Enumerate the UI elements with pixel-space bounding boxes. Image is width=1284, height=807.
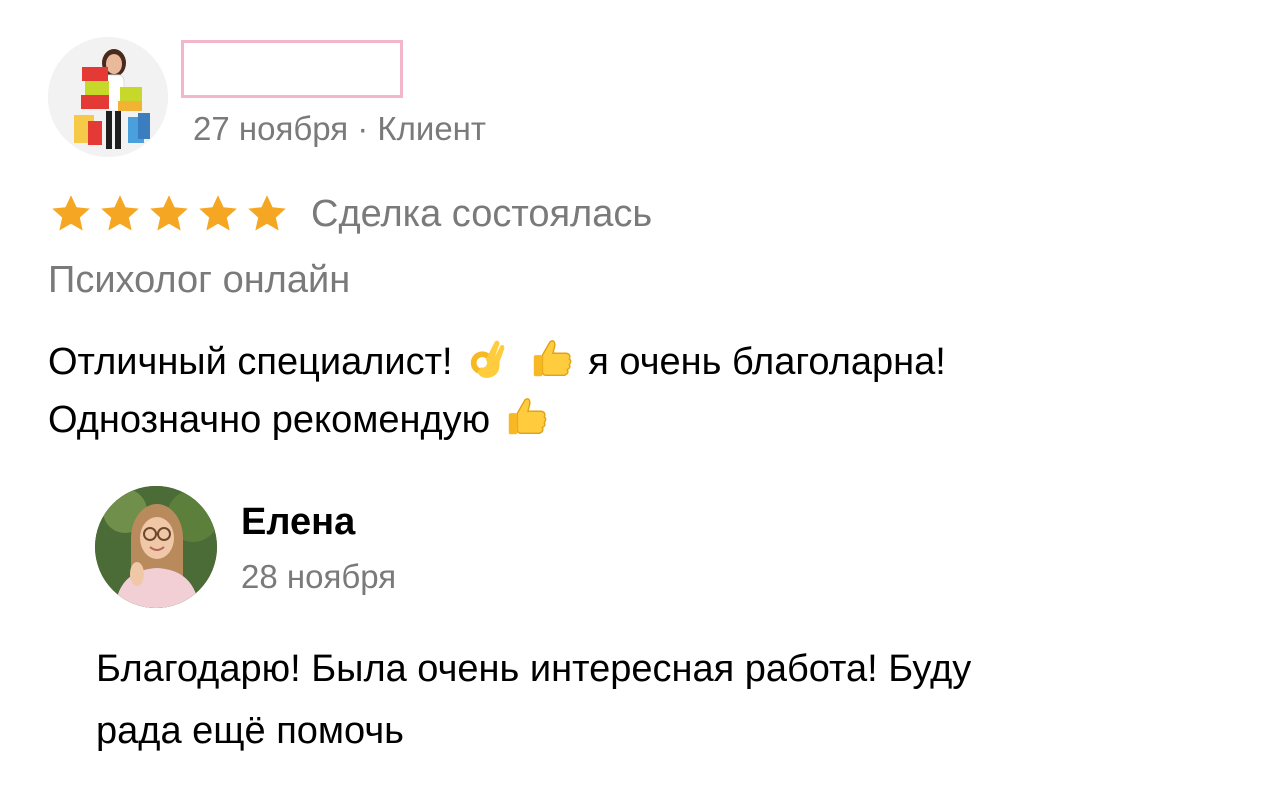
- service-name: Психолог онлайн: [48, 259, 351, 301]
- star-icon: [195, 191, 241, 237]
- review-text-line: Отличный специалист! я очень благоларна!: [48, 333, 1228, 391]
- reviewer-name-redacted: [181, 40, 403, 98]
- ok-hand-emoji-icon: [466, 336, 512, 382]
- rating-row: Сделка состоялась: [48, 190, 652, 238]
- review-date-role: 27 ноября · Клиент: [193, 110, 487, 147]
- reply-text-line: Благодарю! Была очень интересная работа!…: [96, 648, 972, 690]
- thumbs-up-emoji-icon: [504, 394, 550, 440]
- woman-with-glasses-icon: [95, 486, 217, 608]
- deal-status: Сделка состоялась: [311, 193, 653, 235]
- reply-text: Благодарю! Была очень интересная работа!…: [96, 638, 1246, 762]
- thumbs-up-emoji-icon: [529, 336, 575, 382]
- shopping-woman-icon: [48, 37, 168, 157]
- star-icon: [146, 191, 192, 237]
- star-icon: [48, 191, 94, 237]
- reply-author-avatar[interactable]: [95, 486, 217, 608]
- review-text-segment: Однозначно рекомендую: [48, 399, 491, 441]
- review-text: Отличный специалист! я очень благоларна!…: [48, 333, 1228, 449]
- star-icon: [244, 191, 290, 237]
- reply-date: 28 ноября: [241, 558, 397, 595]
- review-text-line: Однозначно рекомендую: [48, 391, 1228, 449]
- reply-text-line: рада ещё помочь: [96, 710, 404, 752]
- review-text-segment: Отличный специалист!: [48, 341, 453, 383]
- review-text-segment: я очень благоларна!: [588, 341, 946, 383]
- reply-author-name[interactable]: Елена: [241, 497, 355, 547]
- star-icon: [97, 191, 143, 237]
- star-rating: [48, 191, 293, 237]
- reviewer-avatar[interactable]: [48, 37, 168, 157]
- review-card: 27 ноября · Клиент Сделка состоялась Пси…: [0, 0, 1284, 807]
